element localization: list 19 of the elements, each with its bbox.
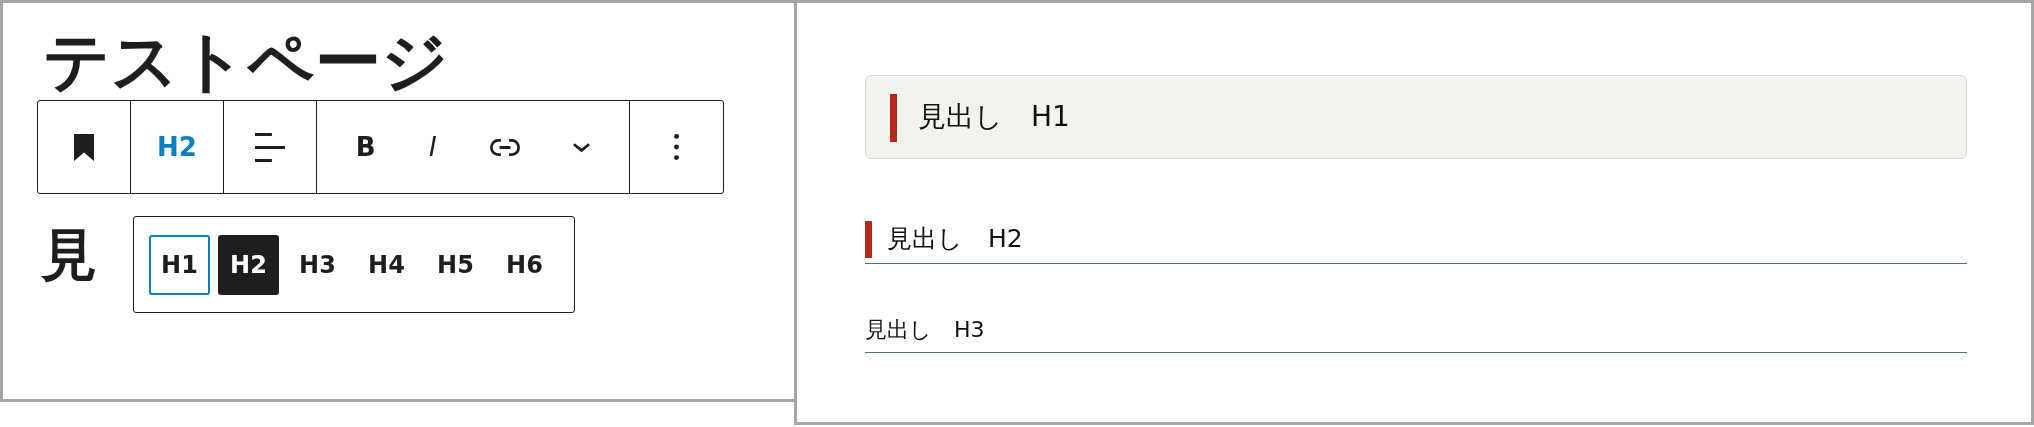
more-options-icon bbox=[674, 134, 679, 160]
heading-two: 見出し H2 bbox=[865, 219, 1967, 264]
link-icon bbox=[489, 138, 520, 156]
heading-level-option[interactable]: H5 bbox=[425, 234, 486, 295]
heading-level-option[interactable]: H3 bbox=[287, 234, 348, 295]
heading-level-button[interactable]: H2 bbox=[149, 126, 205, 168]
heading-three: 見出し H3 bbox=[865, 314, 1967, 353]
italic-button[interactable]: I bbox=[420, 126, 445, 168]
heading-one: 見出し H1 bbox=[865, 75, 1967, 159]
heading-level-option[interactable]: H4 bbox=[356, 234, 417, 295]
heading-level-option[interactable]: H2 bbox=[218, 234, 279, 295]
bookmark-icon bbox=[74, 133, 94, 161]
heading-level-option[interactable]: H1 bbox=[149, 234, 210, 295]
align-left-icon bbox=[255, 132, 285, 162]
chevron-down-icon bbox=[573, 142, 591, 152]
bold-button[interactable]: B bbox=[347, 126, 384, 168]
heading-text: 見 bbox=[41, 220, 97, 289]
heading-level-option[interactable]: H6 bbox=[494, 234, 555, 295]
page-title: テストページ bbox=[43, 21, 449, 101]
